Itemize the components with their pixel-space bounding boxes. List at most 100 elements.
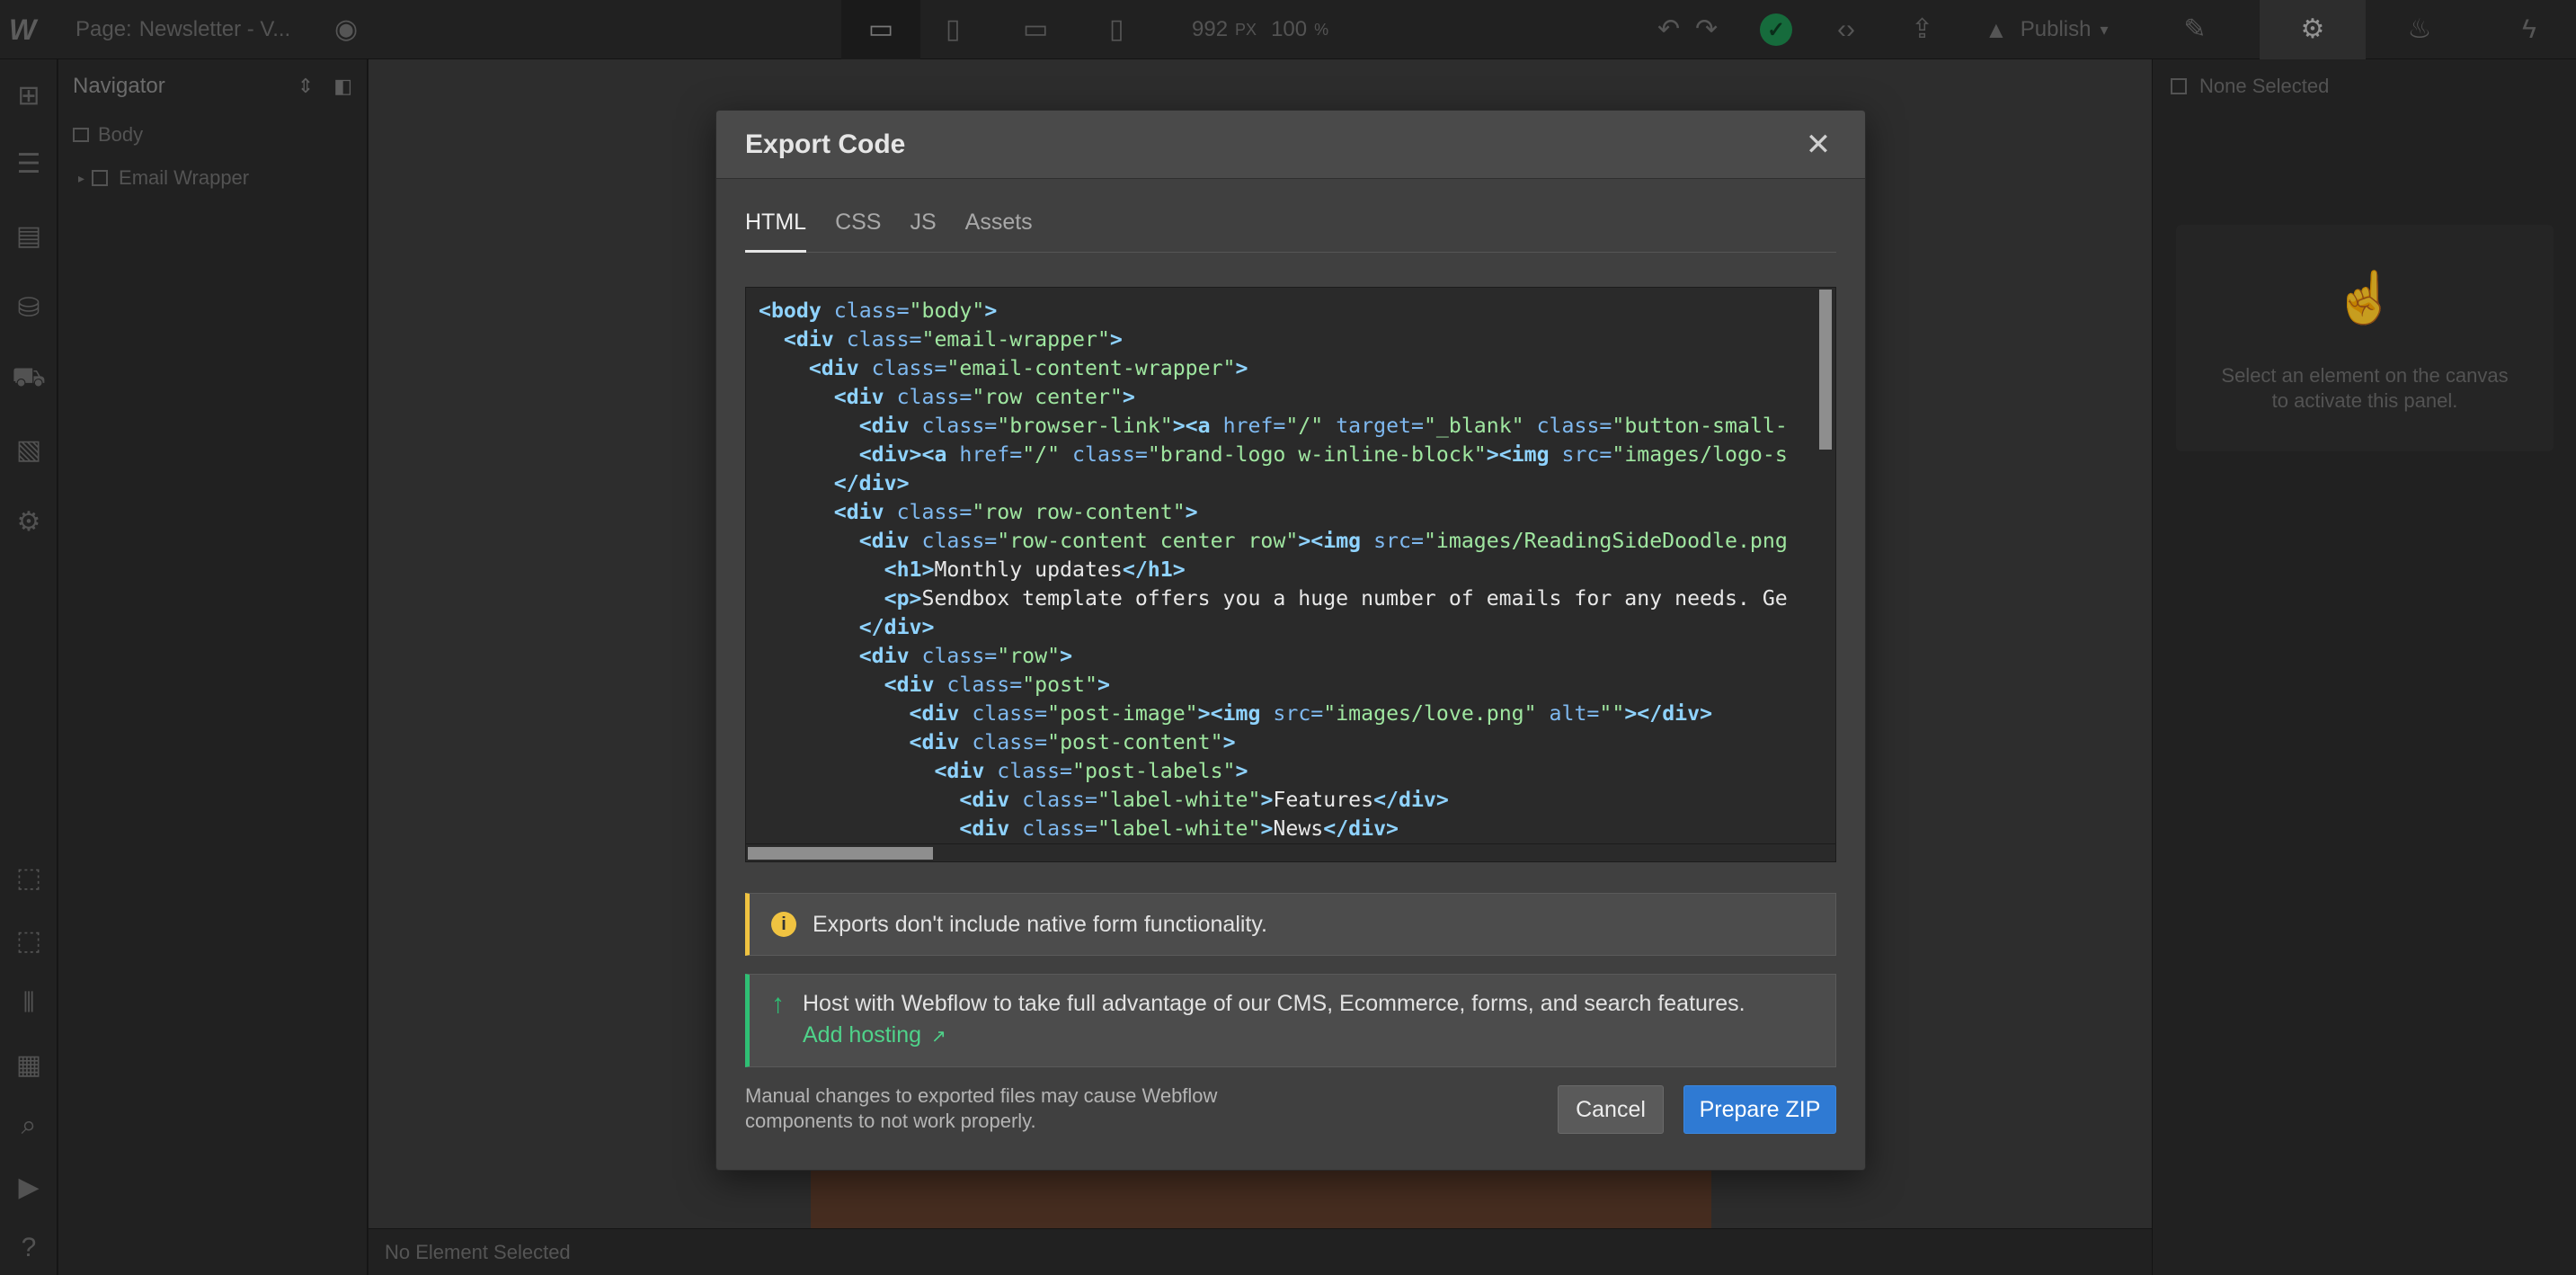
code-token: "post" bbox=[1022, 673, 1097, 697]
cancel-button[interactable]: Cancel bbox=[1558, 1085, 1664, 1134]
vertical-scrollbar-thumb[interactable] bbox=[1819, 290, 1832, 450]
code-token: "post-content" bbox=[1047, 730, 1223, 754]
code-token: target= bbox=[1323, 414, 1424, 438]
code-token: href= bbox=[1210, 414, 1286, 438]
code-content[interactable]: <body class="body"> <div class="email-wr… bbox=[746, 288, 1819, 842]
tab-css[interactable]: CSS bbox=[835, 208, 881, 253]
code-token: </h1> bbox=[1122, 557, 1186, 582]
code-token: </div> bbox=[1323, 816, 1399, 841]
code-token: > bbox=[1097, 673, 1110, 697]
code-token: > bbox=[1260, 788, 1274, 812]
code-token: "brand-logo w-inline-block" bbox=[1147, 442, 1487, 467]
code-line: <div class="post-labels"> bbox=[759, 757, 1807, 786]
code-token: <div bbox=[959, 816, 1010, 841]
code-line: <div><a href="/" class="brand-logo w-inl… bbox=[759, 441, 1807, 469]
code-token: <h1> bbox=[884, 557, 935, 582]
code-token: < bbox=[759, 299, 771, 323]
code-token: > bbox=[1235, 759, 1248, 783]
code-token: > bbox=[1222, 730, 1236, 754]
code-token: "row row-content" bbox=[972, 500, 1186, 524]
tab-assets[interactable]: Assets bbox=[965, 208, 1033, 253]
tab-js[interactable]: JS bbox=[910, 208, 936, 253]
code-token: <div bbox=[858, 414, 910, 438]
code-token: class= bbox=[959, 701, 1048, 726]
code-line: <div class="row"> bbox=[759, 642, 1807, 671]
code-token: "_blank" bbox=[1423, 414, 1524, 438]
export-tabs: HTML CSS JS Assets bbox=[745, 208, 1836, 253]
code-viewer[interactable]: <body class="body"> <div class="email-wr… bbox=[745, 287, 1836, 862]
code-token: Monthly updates bbox=[934, 557, 1123, 582]
code-token: > bbox=[1109, 327, 1123, 352]
code-token: "post-labels" bbox=[1072, 759, 1236, 783]
code-token: class= bbox=[1009, 816, 1097, 841]
code-line: <div class="browser-link"><a href="/" ta… bbox=[759, 412, 1807, 441]
prepare-zip-button[interactable]: Prepare ZIP bbox=[1683, 1085, 1836, 1134]
code-token: body bbox=[770, 299, 822, 323]
code-token: > bbox=[1185, 500, 1198, 524]
code-token: <div><a bbox=[858, 442, 947, 467]
code-token: ><img bbox=[1298, 529, 1362, 553]
code-token: "row" bbox=[997, 644, 1061, 668]
code-token: "row-content center row" bbox=[997, 529, 1299, 553]
code-token: "row center" bbox=[972, 385, 1123, 409]
code-token: "label-white" bbox=[1097, 788, 1261, 812]
code-token: src= bbox=[1260, 701, 1324, 726]
code-token: Sendbox template offers you a huge numbe… bbox=[921, 586, 1788, 611]
code-token: "/" bbox=[1285, 414, 1324, 438]
code-token: class= bbox=[909, 414, 998, 438]
horizontal-scrollbar[interactable] bbox=[746, 843, 1835, 861]
code-token: "browser-link" bbox=[997, 414, 1173, 438]
export-code-modal: Export Code ✕ HTML CSS JS Assets <body c… bbox=[715, 110, 1866, 1171]
code-token: class= bbox=[884, 385, 973, 409]
code-token: "post-image" bbox=[1047, 701, 1198, 726]
code-token: <div bbox=[909, 701, 960, 726]
code-token: "email-wrapper" bbox=[921, 327, 1110, 352]
code-token: <div bbox=[858, 529, 910, 553]
horizontal-scrollbar-thumb[interactable] bbox=[748, 847, 933, 860]
code-token: <div bbox=[808, 356, 859, 380]
code-token: class= bbox=[909, 529, 998, 553]
code-token: News bbox=[1273, 816, 1324, 841]
code-line: <div class="label-white">Features</div> bbox=[759, 786, 1807, 815]
code-line: <div class="row-content center row"><img… bbox=[759, 527, 1807, 556]
code-token: <p> bbox=[884, 586, 922, 611]
code-token: <div bbox=[884, 673, 935, 697]
code-token: Features bbox=[1273, 788, 1374, 812]
hosting-text: Host with Webflow to take full advantage… bbox=[803, 991, 1745, 1016]
code-token: </div> bbox=[833, 471, 910, 495]
code-token: <div bbox=[833, 385, 884, 409]
code-token: src= bbox=[1549, 442, 1612, 467]
arrow-up-icon: ↑ bbox=[771, 989, 785, 1019]
code-token: class= bbox=[1523, 414, 1612, 438]
code-token: </div> bbox=[1373, 788, 1449, 812]
code-token: class= bbox=[884, 500, 973, 524]
code-token: class= bbox=[1060, 442, 1148, 467]
code-line: <p>Sendbox template offers you a huge nu… bbox=[759, 584, 1807, 613]
code-token: ></div> bbox=[1624, 701, 1713, 726]
code-token: ><img bbox=[1486, 442, 1550, 467]
code-line: </div> bbox=[759, 469, 1807, 498]
tab-html[interactable]: HTML bbox=[745, 208, 807, 253]
code-token: <div bbox=[783, 327, 834, 352]
code-token: <div bbox=[934, 759, 985, 783]
vertical-scrollbar[interactable] bbox=[1817, 288, 1835, 845]
code-line: </div> bbox=[759, 613, 1807, 642]
code-line: <div class="post-content"> bbox=[759, 728, 1807, 757]
modal-title: Export Code bbox=[745, 129, 906, 159]
code-token: ><a bbox=[1172, 414, 1211, 438]
code-token: class= bbox=[821, 299, 910, 323]
warning-text: Exports don't include native form functi… bbox=[813, 911, 1267, 937]
code-token: class= bbox=[934, 673, 1023, 697]
code-token: href= bbox=[946, 442, 1023, 467]
code-token: class= bbox=[909, 644, 998, 668]
external-link-icon: ↗ bbox=[931, 1027, 946, 1047]
code-token: "images/logo-s bbox=[1612, 442, 1788, 467]
close-icon[interactable]: ✕ bbox=[1800, 127, 1836, 163]
code-token: "body" bbox=[909, 299, 985, 323]
code-token: ><img bbox=[1197, 701, 1261, 726]
code-token: src= bbox=[1361, 529, 1424, 553]
code-token: > bbox=[1060, 644, 1073, 668]
code-token: "images/ReadingSideDoodle.png bbox=[1423, 529, 1788, 553]
code-token: <div bbox=[909, 730, 960, 754]
add-hosting-link[interactable]: Add hosting ↗ bbox=[803, 1022, 946, 1048]
